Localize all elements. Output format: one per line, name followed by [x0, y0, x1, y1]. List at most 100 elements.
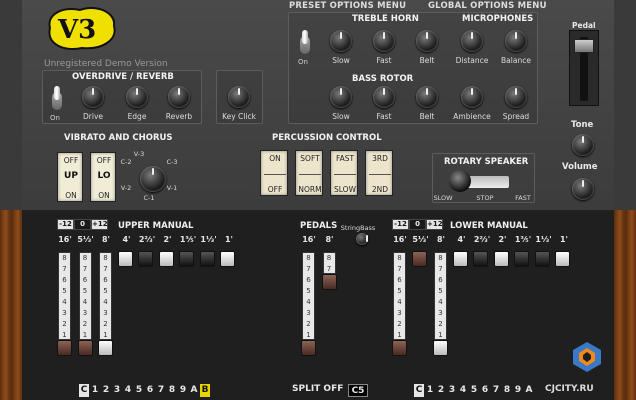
drive-knob[interactable]: [82, 86, 104, 108]
preset-key[interactable]: 2: [101, 384, 111, 397]
upper-transpose-zero[interactable]: 0: [74, 219, 91, 230]
upper-drawbar[interactable]: 87654321: [57, 252, 72, 356]
pedal-handle[interactable]: [574, 39, 594, 53]
preset-options-menu[interactable]: PRESET OPTIONS MENU: [289, 1, 406, 11]
mic-distance-knob[interactable]: [461, 30, 483, 52]
string-bass-knob[interactable]: [356, 233, 368, 245]
preset-key[interactable]: 2: [436, 384, 446, 397]
tone-knob[interactable]: [572, 134, 594, 156]
percussion-harmonic-switch[interactable]: 3RD 2ND: [365, 150, 393, 196]
lower-drawbar-handle[interactable]: [493, 251, 509, 267]
lower-drawbar-handle[interactable]: [534, 251, 550, 267]
preset-key[interactable]: 4: [123, 384, 133, 397]
preset-key[interactable]: B: [200, 384, 210, 397]
preset-key[interactable]: 1: [425, 384, 435, 397]
split-value[interactable]: C5: [348, 384, 368, 397]
upper-footage-label: 1': [224, 235, 233, 244]
preset-key[interactable]: A: [189, 384, 199, 397]
lower-drawbar[interactable]: 87654321: [433, 252, 448, 356]
lower-drawbar-handle[interactable]: [411, 251, 427, 267]
lower-drawbar[interactable]: 87654321: [392, 252, 407, 356]
vibrato-lower-switch[interactable]: OFF LO ON: [90, 152, 116, 202]
key-click-knob[interactable]: [228, 86, 250, 108]
lower-transpose-up[interactable]: +12: [426, 219, 443, 230]
upper-drawbar-handle[interactable]: [179, 251, 194, 267]
vibrato-upper-off: OFF: [63, 156, 79, 165]
mic-balance-knob[interactable]: [505, 30, 527, 52]
upper-drawbar-handle[interactable]: [199, 251, 215, 267]
upper-transpose-up[interactable]: +12: [91, 219, 108, 230]
upper-drawbar[interactable]: 87654321: [77, 252, 93, 356]
lower-drawbar-handle[interactable]: [473, 251, 488, 267]
lower-transpose-down[interactable]: -12: [392, 219, 409, 230]
pedal-drawbar[interactable]: 87654321: [301, 252, 316, 356]
percussion-decay-switch[interactable]: FAST SLOW: [330, 150, 358, 196]
preset-key[interactable]: 8: [502, 384, 512, 397]
global-options-menu[interactable]: GLOBAL OPTIONS MENU: [428, 1, 547, 11]
upper-footage-label: 2⅔': [138, 235, 156, 244]
pedal-drawbar-handle[interactable]: [301, 340, 316, 356]
preset-key[interactable]: 6: [480, 384, 490, 397]
rotary-title: ROTARY SPEAKER: [444, 157, 529, 167]
rotary-switch-knob[interactable]: [449, 170, 471, 192]
rotor-ambience-knob[interactable]: [461, 86, 483, 108]
lower-drawbar-handle[interactable]: [392, 340, 407, 356]
upper-drawbar-handle[interactable]: [117, 251, 133, 267]
rotor-belt-knob[interactable]: [416, 86, 438, 108]
preset-key[interactable]: 9: [178, 384, 188, 397]
treble-horn-title: TREBLE HORN: [352, 14, 419, 24]
overdrive-toggle[interactable]: [50, 86, 64, 114]
upper-manual-title: UPPER MANUAL: [118, 221, 194, 231]
lower-footage-label: 1⅓': [535, 235, 552, 244]
upper-drawbar-handle[interactable]: [158, 251, 174, 267]
rotor-spread-knob[interactable]: [505, 86, 527, 108]
preset-key[interactable]: 8: [167, 384, 177, 397]
expression-pedal[interactable]: [569, 30, 599, 106]
preset-key[interactable]: 5: [469, 384, 479, 397]
rotor-slow-knob[interactable]: [330, 86, 352, 108]
preset-key[interactable]: 7: [491, 384, 501, 397]
preset-key[interactable]: C: [79, 384, 89, 397]
horn-belt-knob[interactable]: [416, 30, 438, 52]
upper-drawbar-handle[interactable]: [220, 251, 235, 267]
horn-fast-knob[interactable]: [373, 30, 395, 52]
volume-knob[interactable]: [572, 178, 594, 200]
preset-key[interactable]: A: [524, 384, 534, 397]
upper-drawbar-handle[interactable]: [98, 340, 113, 356]
upper-drawbar-handle[interactable]: [57, 340, 72, 356]
treble-horn-toggle[interactable]: [298, 30, 312, 58]
vibrato-upper-switch[interactable]: OFF UP ON: [57, 152, 83, 202]
upper-drawbar[interactable]: 87654321: [98, 252, 113, 356]
preset-key[interactable]: 9: [513, 384, 523, 397]
lower-transpose-zero[interactable]: 0: [409, 219, 426, 230]
pedal-drawbar[interactable]: 87: [321, 252, 337, 290]
preset-key[interactable]: 4: [458, 384, 468, 397]
reverb-knob[interactable]: [168, 86, 190, 108]
preset-key[interactable]: 3: [112, 384, 122, 397]
upper-transpose-down[interactable]: -12: [57, 219, 74, 230]
drawbar-number: 3: [438, 309, 443, 317]
preset-key[interactable]: 7: [156, 384, 166, 397]
upper-drawbar-handle[interactable]: [77, 340, 93, 356]
edge-knob[interactable]: [126, 86, 148, 108]
percussion-volume-switch[interactable]: SOFT NORM: [295, 150, 323, 196]
horn-slow-knob[interactable]: [330, 30, 352, 52]
drawbar-number: 6: [82, 276, 88, 284]
preset-key[interactable]: 6: [145, 384, 155, 397]
lower-drawbar-handle[interactable]: [452, 251, 468, 267]
rotor-fast-knob[interactable]: [373, 86, 395, 108]
lower-drawbar-handle[interactable]: [433, 340, 448, 356]
drawbar-number: 8: [326, 254, 332, 262]
lower-drawbar-handle[interactable]: [514, 251, 529, 267]
preset-key[interactable]: 1: [90, 384, 100, 397]
preset-key[interactable]: 5: [134, 384, 144, 397]
lower-footage-label: 2': [498, 235, 507, 244]
pedal-drawbar-handle[interactable]: [321, 274, 337, 290]
upper-drawbar-handle[interactable]: [138, 251, 153, 267]
preset-key[interactable]: 3: [447, 384, 457, 397]
lower-drawbar-handle[interactable]: [555, 251, 570, 267]
percussion-on-switch[interactable]: ON OFF: [260, 150, 288, 196]
v3-logo: V3: [48, 7, 116, 50]
preset-key[interactable]: C: [414, 384, 424, 397]
microphones-title: MICROPHONES: [462, 14, 534, 24]
